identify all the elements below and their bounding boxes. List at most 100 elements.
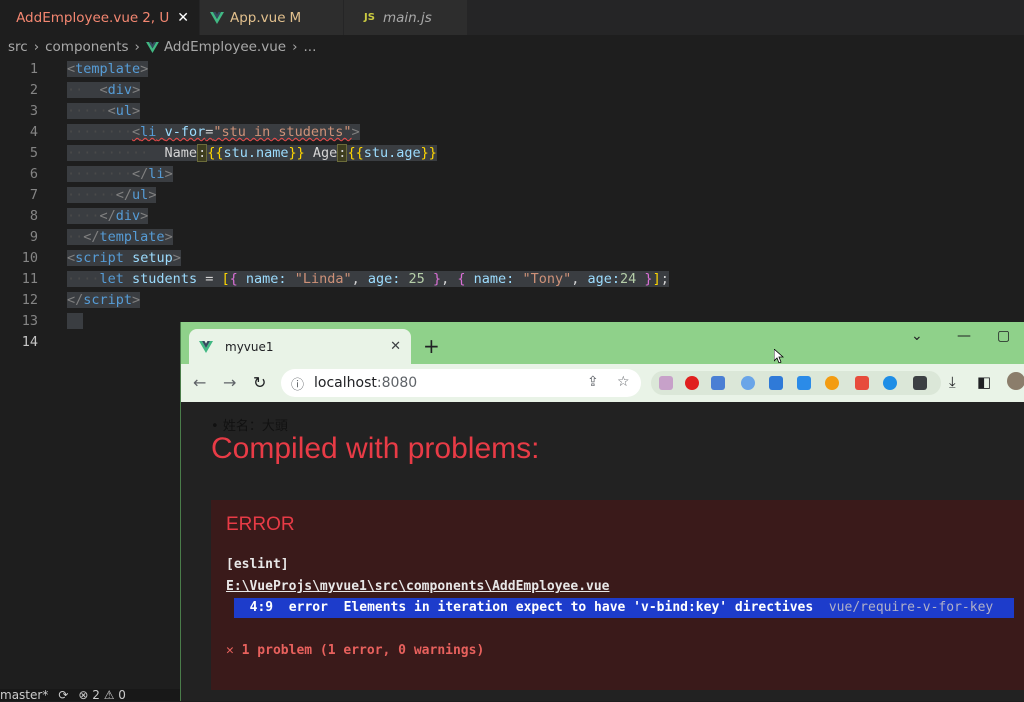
code-lines: <template> ·· <div> ·····<ul> ········<l… bbox=[67, 59, 669, 353]
code-token: name: bbox=[474, 271, 515, 287]
code-token: script bbox=[83, 292, 132, 308]
share-icon[interactable]: ⇪ bbox=[587, 374, 599, 390]
error-line: 4:9 error Elements in iteration expect t… bbox=[234, 598, 1014, 618]
code-token: age: bbox=[368, 271, 401, 287]
code-token: students bbox=[132, 271, 197, 287]
breadcrumb: src › components › AddEmployee.vue › ... bbox=[0, 35, 1024, 59]
code-token: v-for bbox=[165, 124, 206, 140]
code-line: ······</ul> bbox=[67, 185, 669, 206]
side-panel-icon[interactable]: ◧ bbox=[977, 373, 991, 391]
line-number: 1 bbox=[0, 59, 40, 80]
minimize-icon[interactable]: — bbox=[957, 328, 971, 344]
code-token: "stu in students" bbox=[213, 124, 351, 140]
maximize-icon[interactable]: ▢ bbox=[997, 328, 1010, 344]
url-text: localhost:8080 bbox=[314, 375, 417, 391]
line-number: 7 bbox=[0, 185, 40, 206]
reload-icon[interactable]: ↻ bbox=[253, 373, 266, 392]
error-overlay-title: Compiled with problems: bbox=[211, 432, 539, 466]
tab-status: 2, U bbox=[142, 10, 169, 26]
vue-icon bbox=[210, 12, 224, 24]
extension-icon[interactable] bbox=[685, 376, 699, 390]
line-number: 13 bbox=[0, 311, 40, 332]
sync-icon[interactable]: ⟳ bbox=[58, 688, 68, 702]
code-token: ul bbox=[116, 103, 132, 119]
line-number: 2 bbox=[0, 80, 40, 101]
breadcrumb-item[interactable]: src bbox=[8, 39, 28, 55]
code-line: ·· <div> bbox=[67, 80, 669, 101]
line-number: 3 bbox=[0, 101, 40, 122]
translate-icon[interactable] bbox=[711, 376, 725, 390]
close-icon[interactable]: ✕ bbox=[177, 10, 189, 26]
download-helper-icon[interactable] bbox=[797, 376, 811, 390]
browser-toolbar: ← → ↻ ⓘ localhost:8080 ⇪ ☆ ⤓ ◧ bbox=[181, 364, 1024, 402]
error-heading: ERROR bbox=[226, 514, 295, 536]
extension-icon[interactable] bbox=[769, 376, 783, 390]
breadcrumb-item[interactable]: AddEmployee.vue bbox=[164, 39, 286, 55]
code-line: <script setup> bbox=[67, 248, 669, 269]
editor-tab-bar: AddEmployee.vue2, U ✕ App.vueM JS main.j… bbox=[0, 0, 1024, 35]
code-line: ··</template> bbox=[67, 227, 669, 248]
error-type: error bbox=[289, 600, 328, 615]
line-number: 5 bbox=[0, 143, 40, 164]
chevron-right-icon: › bbox=[34, 39, 39, 55]
line-number: 12 bbox=[0, 290, 40, 311]
back-icon[interactable]: ← bbox=[193, 373, 206, 392]
line-number-gutter: 1 2 3 4 5 6 7 8 9 10 11 12 13 14 bbox=[0, 59, 40, 353]
new-tab-button[interactable]: + bbox=[423, 334, 440, 358]
downloads-icon[interactable]: ⤓ bbox=[949, 373, 956, 391]
extension-icon[interactable] bbox=[855, 376, 869, 390]
code-token: : bbox=[197, 144, 207, 162]
url-host: localhost bbox=[314, 375, 377, 391]
code-token: 25 bbox=[409, 271, 425, 287]
code-line: ····let students = [{ name: "Linda", age… bbox=[67, 269, 669, 290]
code-token: "Linda" bbox=[295, 271, 352, 287]
chevron-right-icon: › bbox=[292, 39, 297, 55]
code-line: <template> bbox=[67, 59, 669, 80]
line-number: 11 bbox=[0, 269, 40, 290]
code-line: ·····<ul> bbox=[67, 101, 669, 122]
tab-addemployee[interactable]: AddEmployee.vue2, U ✕ bbox=[0, 0, 200, 35]
forward-icon[interactable]: → bbox=[223, 373, 236, 392]
extension-icon[interactable] bbox=[825, 376, 839, 390]
chevron-down-icon[interactable]: ⌄ bbox=[911, 328, 923, 344]
error-path[interactable]: E:\VueProjs\myvue1\src\components\AddEmp… bbox=[226, 579, 610, 594]
extension-icon[interactable] bbox=[883, 376, 897, 390]
breadcrumb-item[interactable]: ... bbox=[303, 39, 316, 55]
line-number: 4 bbox=[0, 122, 40, 143]
mouse-cursor-icon bbox=[774, 349, 784, 363]
info-icon[interactable]: ⓘ bbox=[291, 374, 304, 393]
browser-tab[interactable]: myvue1 ✕ bbox=[189, 329, 411, 364]
extensions-bar bbox=[651, 371, 941, 395]
code-token: template bbox=[75, 61, 140, 77]
avatar[interactable] bbox=[1007, 372, 1024, 390]
tab-app-vue[interactable]: App.vueM bbox=[200, 0, 344, 35]
extension-icon[interactable] bbox=[741, 376, 755, 390]
error-details: [eslint] E:\VueProjs\myvue1\src\componen… bbox=[226, 554, 610, 598]
code-token: Name bbox=[165, 145, 198, 161]
problems-status[interactable]: ⊗ 2 ⚠ 0 bbox=[78, 688, 126, 702]
code-token: stu.name bbox=[223, 145, 288, 161]
error-position: 4:9 bbox=[250, 600, 273, 615]
extension-icon[interactable] bbox=[659, 376, 673, 390]
tab-label: App.vue bbox=[230, 10, 286, 26]
error-message: Elements in iteration expect to have 'v-… bbox=[344, 600, 814, 615]
browser-window: myvue1 ✕ + ⌄ — ▢ ← → ↻ ⓘ localhost:8080 … bbox=[180, 322, 1024, 701]
branch-status[interactable]: master* bbox=[0, 688, 48, 702]
breadcrumb-item[interactable]: components bbox=[45, 39, 128, 55]
tab-label: AddEmployee.vue bbox=[16, 10, 138, 26]
js-file-icon: JS bbox=[364, 12, 375, 23]
vue-icon bbox=[199, 341, 213, 353]
bookmark-star-icon[interactable]: ☆ bbox=[617, 374, 630, 390]
code-token: ul bbox=[132, 187, 148, 203]
tab-status: M bbox=[290, 10, 302, 26]
code-token: div bbox=[108, 82, 132, 98]
code-token: script bbox=[75, 250, 124, 266]
code-token: "Tony" bbox=[522, 271, 571, 287]
address-bar[interactable]: ⓘ localhost:8080 ⇪ ☆ bbox=[281, 369, 641, 397]
code-token: = bbox=[205, 271, 213, 287]
close-icon[interactable]: ✕ bbox=[390, 339, 401, 354]
puzzle-icon[interactable] bbox=[913, 376, 927, 390]
browser-tab-strip: myvue1 ✕ + ⌄ — ▢ bbox=[181, 322, 1024, 364]
chevron-right-icon: › bbox=[135, 39, 140, 55]
tab-main-js[interactable]: JS main.js bbox=[344, 0, 468, 35]
